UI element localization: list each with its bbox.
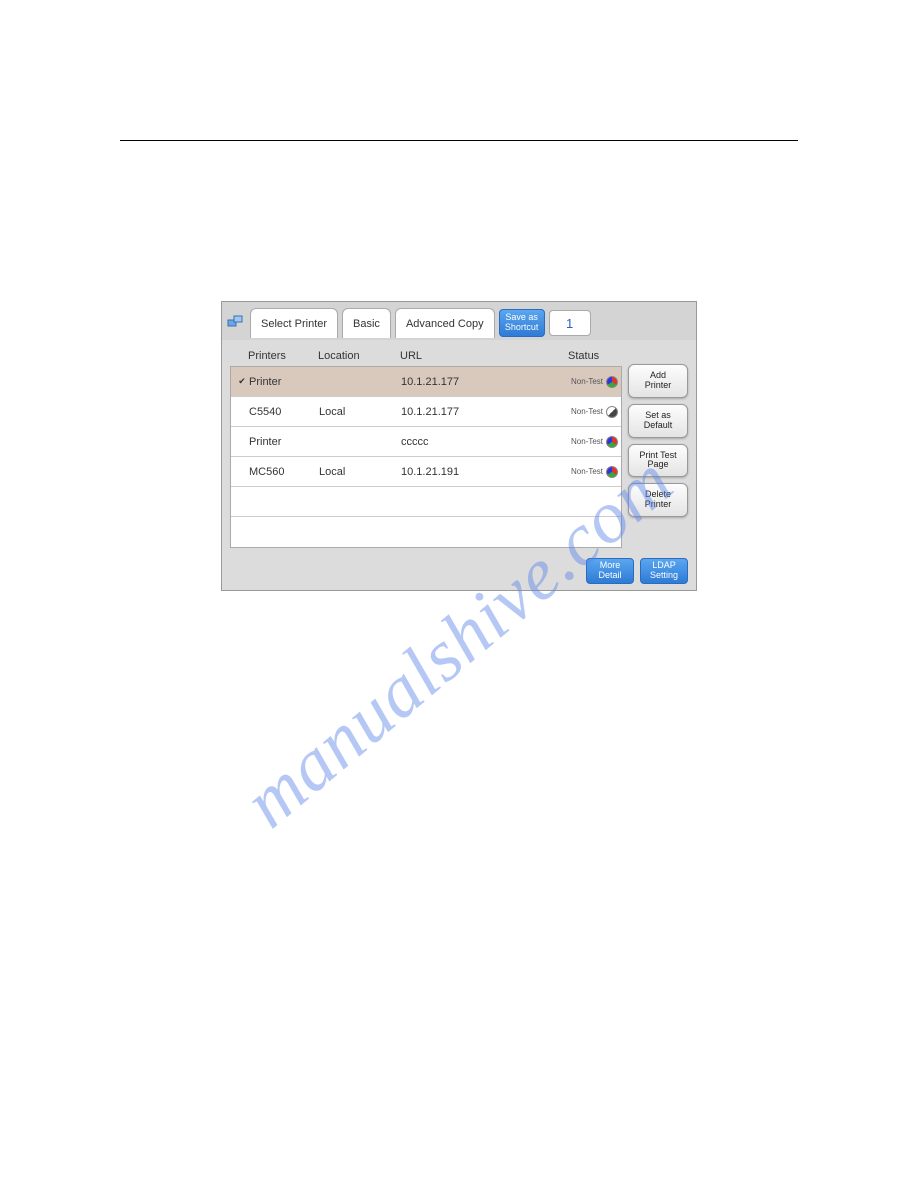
- color-icon: [603, 376, 621, 388]
- color-icon: [603, 436, 621, 448]
- cell-url: 10.1.21.177: [401, 406, 571, 418]
- printer-dialog-screenshot: Select Printer Basic Advanced Copy Save …: [221, 301, 697, 591]
- table-row[interactable]: [231, 517, 621, 547]
- dialog-content: Printers Location URL Status ✔ Printer 1…: [222, 340, 696, 554]
- button-label: Save as Shortcut: [505, 313, 539, 333]
- cell-status: Non-Test: [571, 468, 603, 476]
- document-page: Select Printer Basic Advanced Copy Save …: [0, 0, 918, 1188]
- button-label: Set as Default: [644, 411, 673, 431]
- button-label: Print Test Page: [639, 451, 676, 471]
- tab-basic[interactable]: Basic: [342, 308, 391, 338]
- table-row[interactable]: ✔ Printer 10.1.21.177 Non-Test: [231, 367, 621, 397]
- table-row[interactable]: C5540 Local 10.1.21.177 Non-Test: [231, 397, 621, 427]
- table-row[interactable]: Printer ccccc Non-Test: [231, 427, 621, 457]
- table-header: Printers Location URL Status: [230, 346, 622, 366]
- button-label: Delete Printer: [645, 490, 672, 510]
- copies-value: 1: [566, 316, 573, 331]
- col-printers: Printers: [248, 350, 318, 362]
- tab-bar: Select Printer Basic Advanced Copy Save …: [222, 302, 696, 340]
- cell-name: MC560: [249, 466, 319, 478]
- table-body: ✔ Printer 10.1.21.177 Non-Test C5540 Loc…: [230, 366, 622, 548]
- delete-printer-button[interactable]: Delete Printer: [628, 483, 688, 517]
- devices-icon: [226, 313, 246, 333]
- cell-url: ccccc: [401, 436, 571, 448]
- cell-name: C5540: [249, 406, 319, 418]
- set-as-default-button[interactable]: Set as Default: [628, 404, 688, 438]
- save-as-shortcut-button[interactable]: Save as Shortcut: [499, 309, 545, 337]
- table-row[interactable]: MC560 Local 10.1.21.191 Non-Test: [231, 457, 621, 487]
- tab-label: Advanced Copy: [406, 318, 484, 330]
- cell-name: Printer: [249, 376, 319, 388]
- tab-select-printer[interactable]: Select Printer: [250, 308, 338, 338]
- button-label: More Detail: [598, 561, 621, 581]
- default-check-icon: ✔: [235, 376, 249, 387]
- bw-icon: [603, 406, 621, 418]
- cell-location: Local: [319, 406, 401, 418]
- button-label: Add Printer: [645, 371, 672, 391]
- add-printer-button[interactable]: Add Printer: [628, 364, 688, 398]
- cell-status: Non-Test: [571, 378, 603, 386]
- cell-url: 10.1.21.191: [401, 466, 571, 478]
- ldap-setting-button[interactable]: LDAP Setting: [640, 558, 688, 584]
- color-icon: [603, 466, 621, 478]
- tab-label: Basic: [353, 318, 380, 330]
- tab-advanced-copy[interactable]: Advanced Copy: [395, 308, 495, 338]
- cell-name: Printer: [249, 436, 319, 448]
- cell-status: Non-Test: [571, 408, 603, 416]
- table-row[interactable]: [231, 487, 621, 517]
- col-location: Location: [318, 350, 400, 362]
- print-test-page-button[interactable]: Print Test Page: [628, 444, 688, 478]
- tab-label: Select Printer: [261, 318, 327, 330]
- col-url: URL: [400, 350, 568, 362]
- col-status: Status: [568, 350, 618, 362]
- horizontal-rule: [120, 140, 798, 141]
- more-detail-button[interactable]: More Detail: [586, 558, 634, 584]
- printer-table: Printers Location URL Status ✔ Printer 1…: [230, 346, 622, 548]
- button-label: LDAP Setting: [650, 561, 678, 581]
- bottom-bar: More Detail LDAP Setting: [222, 554, 696, 590]
- cell-status: Non-Test: [571, 438, 603, 446]
- side-buttons: Add Printer Set as Default Print Test Pa…: [628, 346, 688, 548]
- copies-field[interactable]: 1: [549, 310, 591, 336]
- cell-location: Local: [319, 466, 401, 478]
- cell-url: 10.1.21.177: [401, 376, 571, 388]
